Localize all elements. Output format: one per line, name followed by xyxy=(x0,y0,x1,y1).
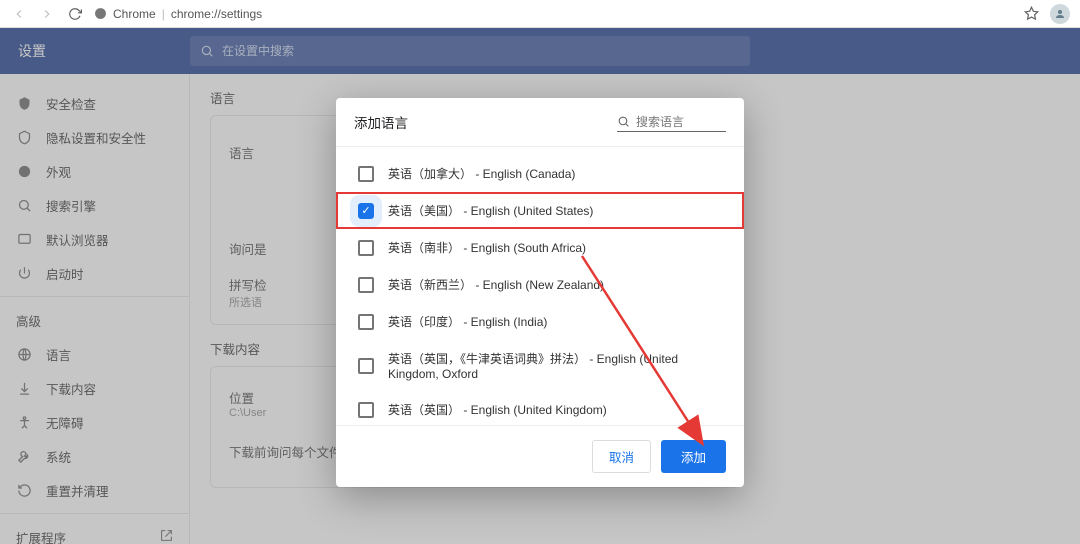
language-option[interactable]: 英语（英国，《牛津英语词典》拼法） - English (United King… xyxy=(336,340,744,391)
checkbox-icon[interactable] xyxy=(358,402,374,418)
address-bar[interactable]: Chrome | chrome://settings xyxy=(94,7,262,21)
star-icon[interactable] xyxy=(1022,5,1040,23)
checkbox-checked-icon[interactable]: ✓ xyxy=(358,203,374,219)
browser-toolbar: Chrome | chrome://settings xyxy=(0,0,1080,28)
site-name: Chrome xyxy=(113,7,156,21)
language-list[interactable]: 英语（加拿大） - English (Canada) ✓ 英语（美国） - Engl… xyxy=(336,146,744,426)
dialog-title: 添加语言 xyxy=(354,112,408,132)
language-option[interactable]: ✓ 英语（美国） - English (United States) xyxy=(336,192,744,229)
language-label: 英语（新西兰） - English (New Zealand) xyxy=(388,276,604,293)
dialog-footer: 取消 添加 xyxy=(336,426,744,487)
checkbox-icon[interactable] xyxy=(358,358,374,374)
url-text: chrome://settings xyxy=(171,7,262,21)
language-option[interactable]: 英语（英国） - English (United Kingdom) xyxy=(336,391,744,426)
language-label: 英语（英国，《牛津英语词典》拼法） - English (United King… xyxy=(388,350,722,381)
modal-backdrop: 添加语言 英语（加拿大） - English (Canada) ✓ 英语（美国） -… xyxy=(0,28,1080,544)
dialog-search-input[interactable] xyxy=(636,115,726,129)
reload-button[interactable] xyxy=(66,5,84,23)
cancel-button[interactable]: 取消 xyxy=(592,440,651,473)
language-label: 英语（加拿大） - English (Canada) xyxy=(388,165,575,182)
profile-avatar[interactable] xyxy=(1050,4,1070,24)
checkbox-icon[interactable] xyxy=(358,166,374,182)
search-icon xyxy=(617,115,630,128)
language-option[interactable]: 英语（南非） - English (South Africa) xyxy=(336,229,744,266)
language-option[interactable]: 英语（印度） - English (India) xyxy=(336,303,744,340)
language-option[interactable]: 英语（加拿大） - English (Canada) xyxy=(336,155,744,192)
language-option[interactable]: 英语（新西兰） - English (New Zealand) xyxy=(336,266,744,303)
dialog-search[interactable] xyxy=(617,113,726,132)
forward-button[interactable] xyxy=(38,5,56,23)
dialog-header: 添加语言 xyxy=(336,98,744,146)
language-label: 英语（英国） - English (United Kingdom) xyxy=(388,401,607,418)
language-label: 英语（印度） - English (India) xyxy=(388,313,547,330)
add-button[interactable]: 添加 xyxy=(661,440,726,473)
add-language-dialog: 添加语言 英语（加拿大） - English (Canada) ✓ 英语（美国） -… xyxy=(336,98,744,487)
divider: | xyxy=(162,7,165,21)
language-label: 英语（南非） - English (South Africa) xyxy=(388,239,586,256)
checkbox-icon[interactable] xyxy=(358,314,374,330)
checkbox-icon[interactable] xyxy=(358,240,374,256)
back-button[interactable] xyxy=(10,5,28,23)
checkbox-icon[interactable] xyxy=(358,277,374,293)
language-label: 英语（美国） - English (United States) xyxy=(388,202,593,219)
